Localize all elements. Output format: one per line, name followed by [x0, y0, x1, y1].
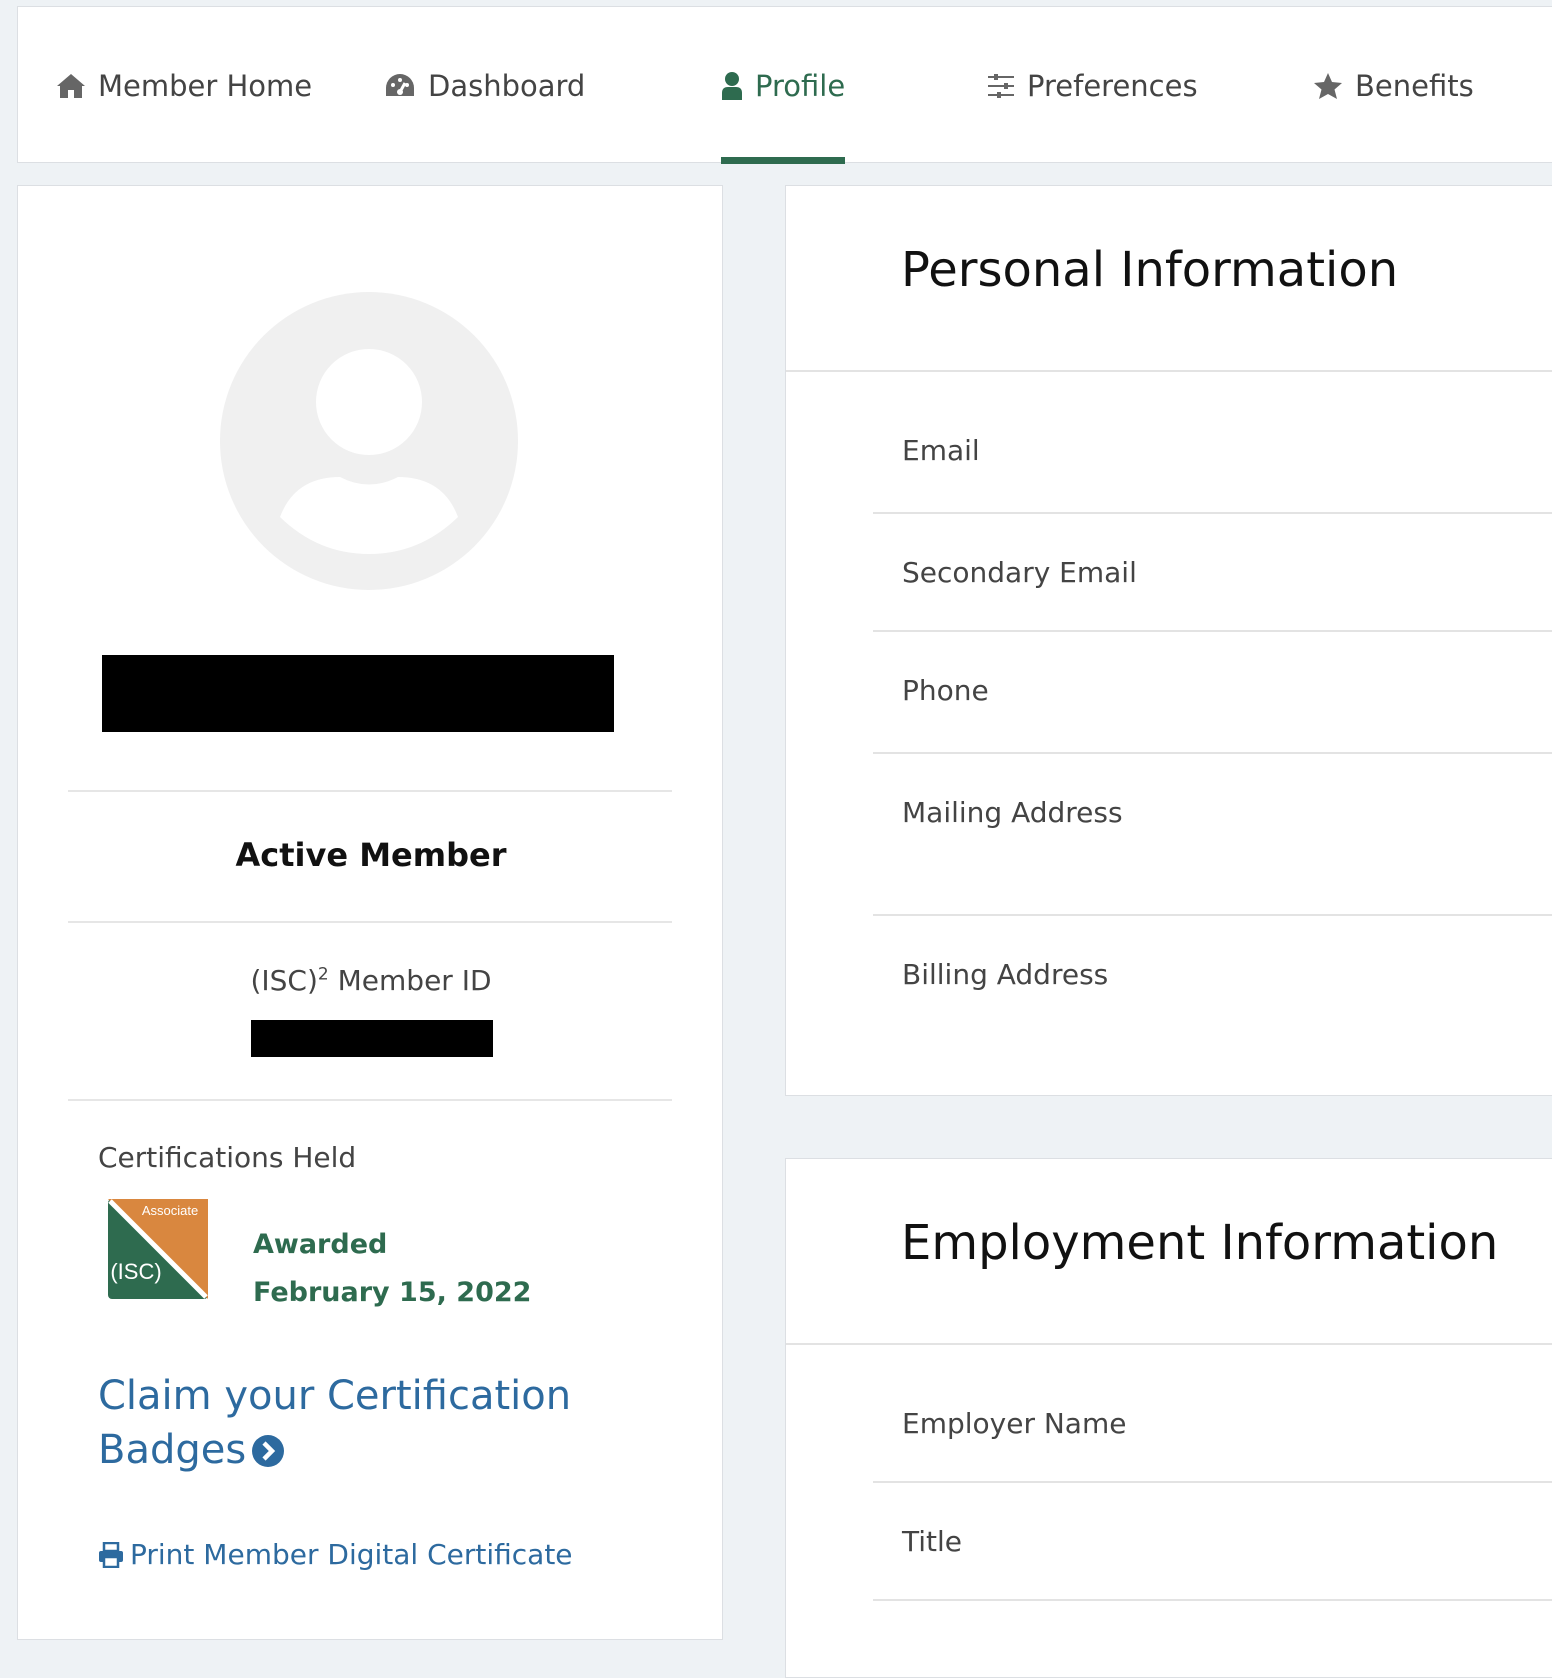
user-icon: [721, 71, 743, 101]
dashboard-icon: [384, 72, 416, 100]
user-silhouette-icon: [280, 349, 458, 554]
member-id-sup: 2: [317, 964, 329, 985]
nav-label: Preferences: [1027, 68, 1198, 103]
nav-member-home[interactable]: Member Home: [56, 7, 312, 164]
employment-info-card: Employment Information Employer Name Tit…: [785, 1158, 1552, 1678]
field-phone: Phone: [902, 674, 989, 707]
certifications-label: Certifications Held: [98, 1141, 357, 1174]
divider: [873, 512, 1552, 514]
redacted-member-id: [251, 1020, 493, 1057]
print-label: Print Member Digital Certificate: [130, 1538, 573, 1571]
field-billing-address: Billing Address: [902, 958, 1109, 991]
divider: [873, 630, 1552, 632]
nav-preferences[interactable]: Preferences: [987, 7, 1198, 164]
nav-label: Profile: [755, 68, 846, 103]
avatar: [220, 292, 518, 590]
awarded-date: February 15, 2022: [253, 1277, 532, 1308]
divider: [873, 1599, 1552, 1601]
nav-label: Dashboard: [428, 68, 586, 103]
field-employer-name: Employer Name: [902, 1407, 1127, 1440]
svg-text:(ISC): (ISC): [110, 1259, 161, 1284]
sliders-icon: [987, 73, 1015, 99]
divider: [873, 752, 1552, 754]
divider: [786, 1343, 1552, 1345]
associate-badge: Associate (ISC): [108, 1199, 208, 1299]
awarded-label: Awarded: [253, 1229, 388, 1260]
field-mailing-address: Mailing Address: [902, 796, 1123, 829]
member-id-prefix: (ISC): [250, 964, 318, 997]
field-title: Title: [902, 1525, 963, 1558]
nav-profile[interactable]: Profile: [721, 7, 846, 164]
personal-info-title: Personal Information: [901, 242, 1399, 298]
employment-info-title: Employment Information: [901, 1215, 1499, 1271]
member-status: Active Member: [235, 836, 507, 874]
nav-label: Member Home: [98, 68, 313, 103]
nav-benefits[interactable]: Benefits: [1313, 7, 1474, 164]
divider: [68, 1099, 672, 1101]
redacted-member-name: [102, 655, 614, 732]
field-email: Email: [902, 434, 980, 467]
personal-info-card: Personal Information Email Secondary Ema…: [785, 185, 1552, 1096]
divider: [873, 914, 1552, 916]
member-id-label: (ISC)2 Member ID: [18, 964, 724, 997]
claim-badges-link[interactable]: Claim your Certification Badges: [98, 1369, 658, 1477]
divider: [873, 1481, 1552, 1483]
member-id-suffix: Member ID: [328, 964, 492, 997]
divider: [68, 921, 672, 923]
svg-text:Associate: Associate: [142, 1203, 198, 1218]
divider: [786, 370, 1552, 372]
nav-label: Benefits: [1355, 68, 1474, 103]
chevron-right-circle-icon: [252, 1435, 285, 1467]
claim-line1: Claim your Certification: [98, 1373, 572, 1419]
field-secondary-email: Secondary Email: [902, 556, 1137, 589]
top-nav: Member Home Dashboard Profile Preference…: [17, 6, 1552, 164]
nav-dashboard[interactable]: Dashboard: [384, 7, 585, 164]
home-icon: [56, 72, 86, 100]
claim-line2: Badges: [98, 1427, 247, 1473]
printer-icon: [98, 1541, 124, 1568]
awarded-info: Awarded February 15, 2022: [253, 1221, 531, 1317]
print-certificate-link[interactable]: Print Member Digital Certificate: [98, 1538, 573, 1571]
divider: [68, 790, 672, 792]
profile-card: Active Member (ISC)2 Member ID Certifica…: [17, 185, 723, 1640]
star-icon: [1313, 72, 1343, 100]
